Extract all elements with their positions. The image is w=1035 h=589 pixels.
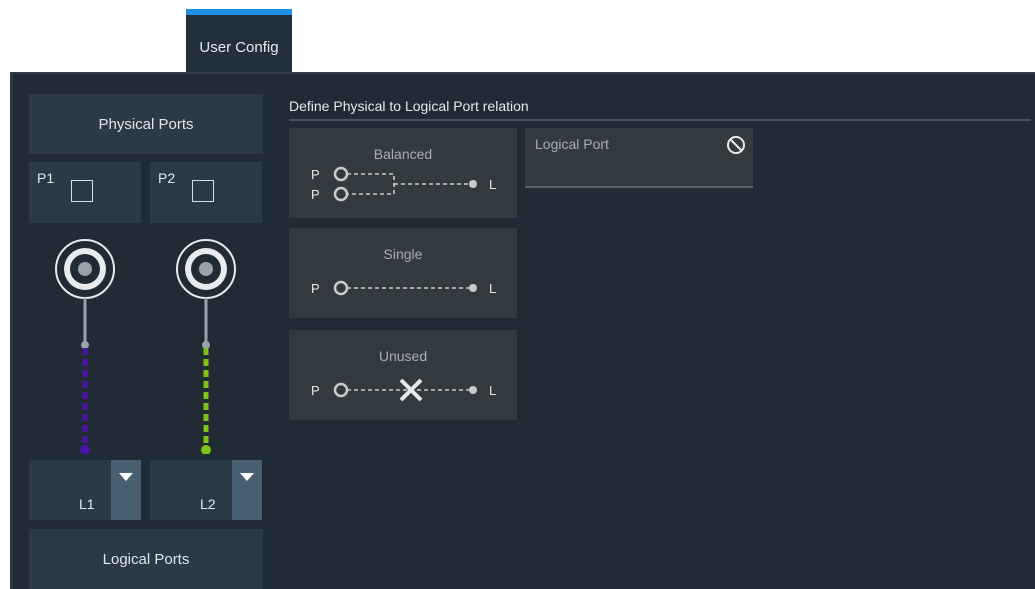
logical-port-select-l2[interactable]: L2 [150, 460, 262, 520]
dropdown-icon[interactable] [111, 460, 141, 520]
single-p-label: P [311, 281, 320, 296]
single-l-label: L [489, 281, 496, 296]
logical-port-label: Logical Port [535, 136, 609, 152]
prohibited-icon [727, 136, 745, 154]
logical-port-value-l1: L1 [79, 496, 95, 512]
port-p2-label: P2 [158, 170, 176, 186]
section-title: Define Physical to Logical Port relation [289, 98, 529, 114]
balanced-p1-label: P [311, 167, 320, 182]
logical-ports-header: Logical Ports [29, 529, 263, 589]
logical-port-select-l1[interactable]: L1 [29, 460, 141, 520]
physical-ports-header: Physical Ports [29, 94, 263, 154]
port-p1-checkbox[interactable] [71, 180, 93, 202]
user-config-panel: Physical Ports P1 P2 L1 L2 Logical Ports… [10, 72, 1035, 589]
unused-diagram: P L [311, 378, 496, 402]
tab-user-config[interactable]: User Config [186, 9, 292, 72]
option-unused[interactable]: Unused P L [289, 330, 517, 420]
logical-port-target[interactable]: Logical Port [525, 128, 753, 188]
option-balanced[interactable]: Balanced P P L [289, 128, 517, 218]
option-single[interactable]: Single P L [289, 228, 517, 318]
unused-p-label: P [311, 383, 320, 398]
port-p1-box[interactable]: P1 [29, 162, 141, 223]
coax-connector-icon [176, 239, 236, 299]
port-p1-label: P1 [37, 170, 55, 186]
balanced-diagram: P P L [311, 166, 496, 202]
balanced-l-label: L [489, 177, 496, 192]
unused-l-label: L [489, 383, 496, 398]
coax-connector-icon [55, 239, 115, 299]
port-p2-box[interactable]: P2 [150, 162, 262, 223]
section-divider [289, 119, 1031, 121]
logical-port-value-l2: L2 [200, 496, 216, 512]
port-p2-checkbox[interactable] [192, 180, 214, 202]
port-connection-diagram [55, 239, 236, 454]
dropdown-icon[interactable] [232, 460, 262, 520]
balanced-p2-label: P [311, 187, 320, 202]
single-diagram: P L [311, 280, 496, 296]
